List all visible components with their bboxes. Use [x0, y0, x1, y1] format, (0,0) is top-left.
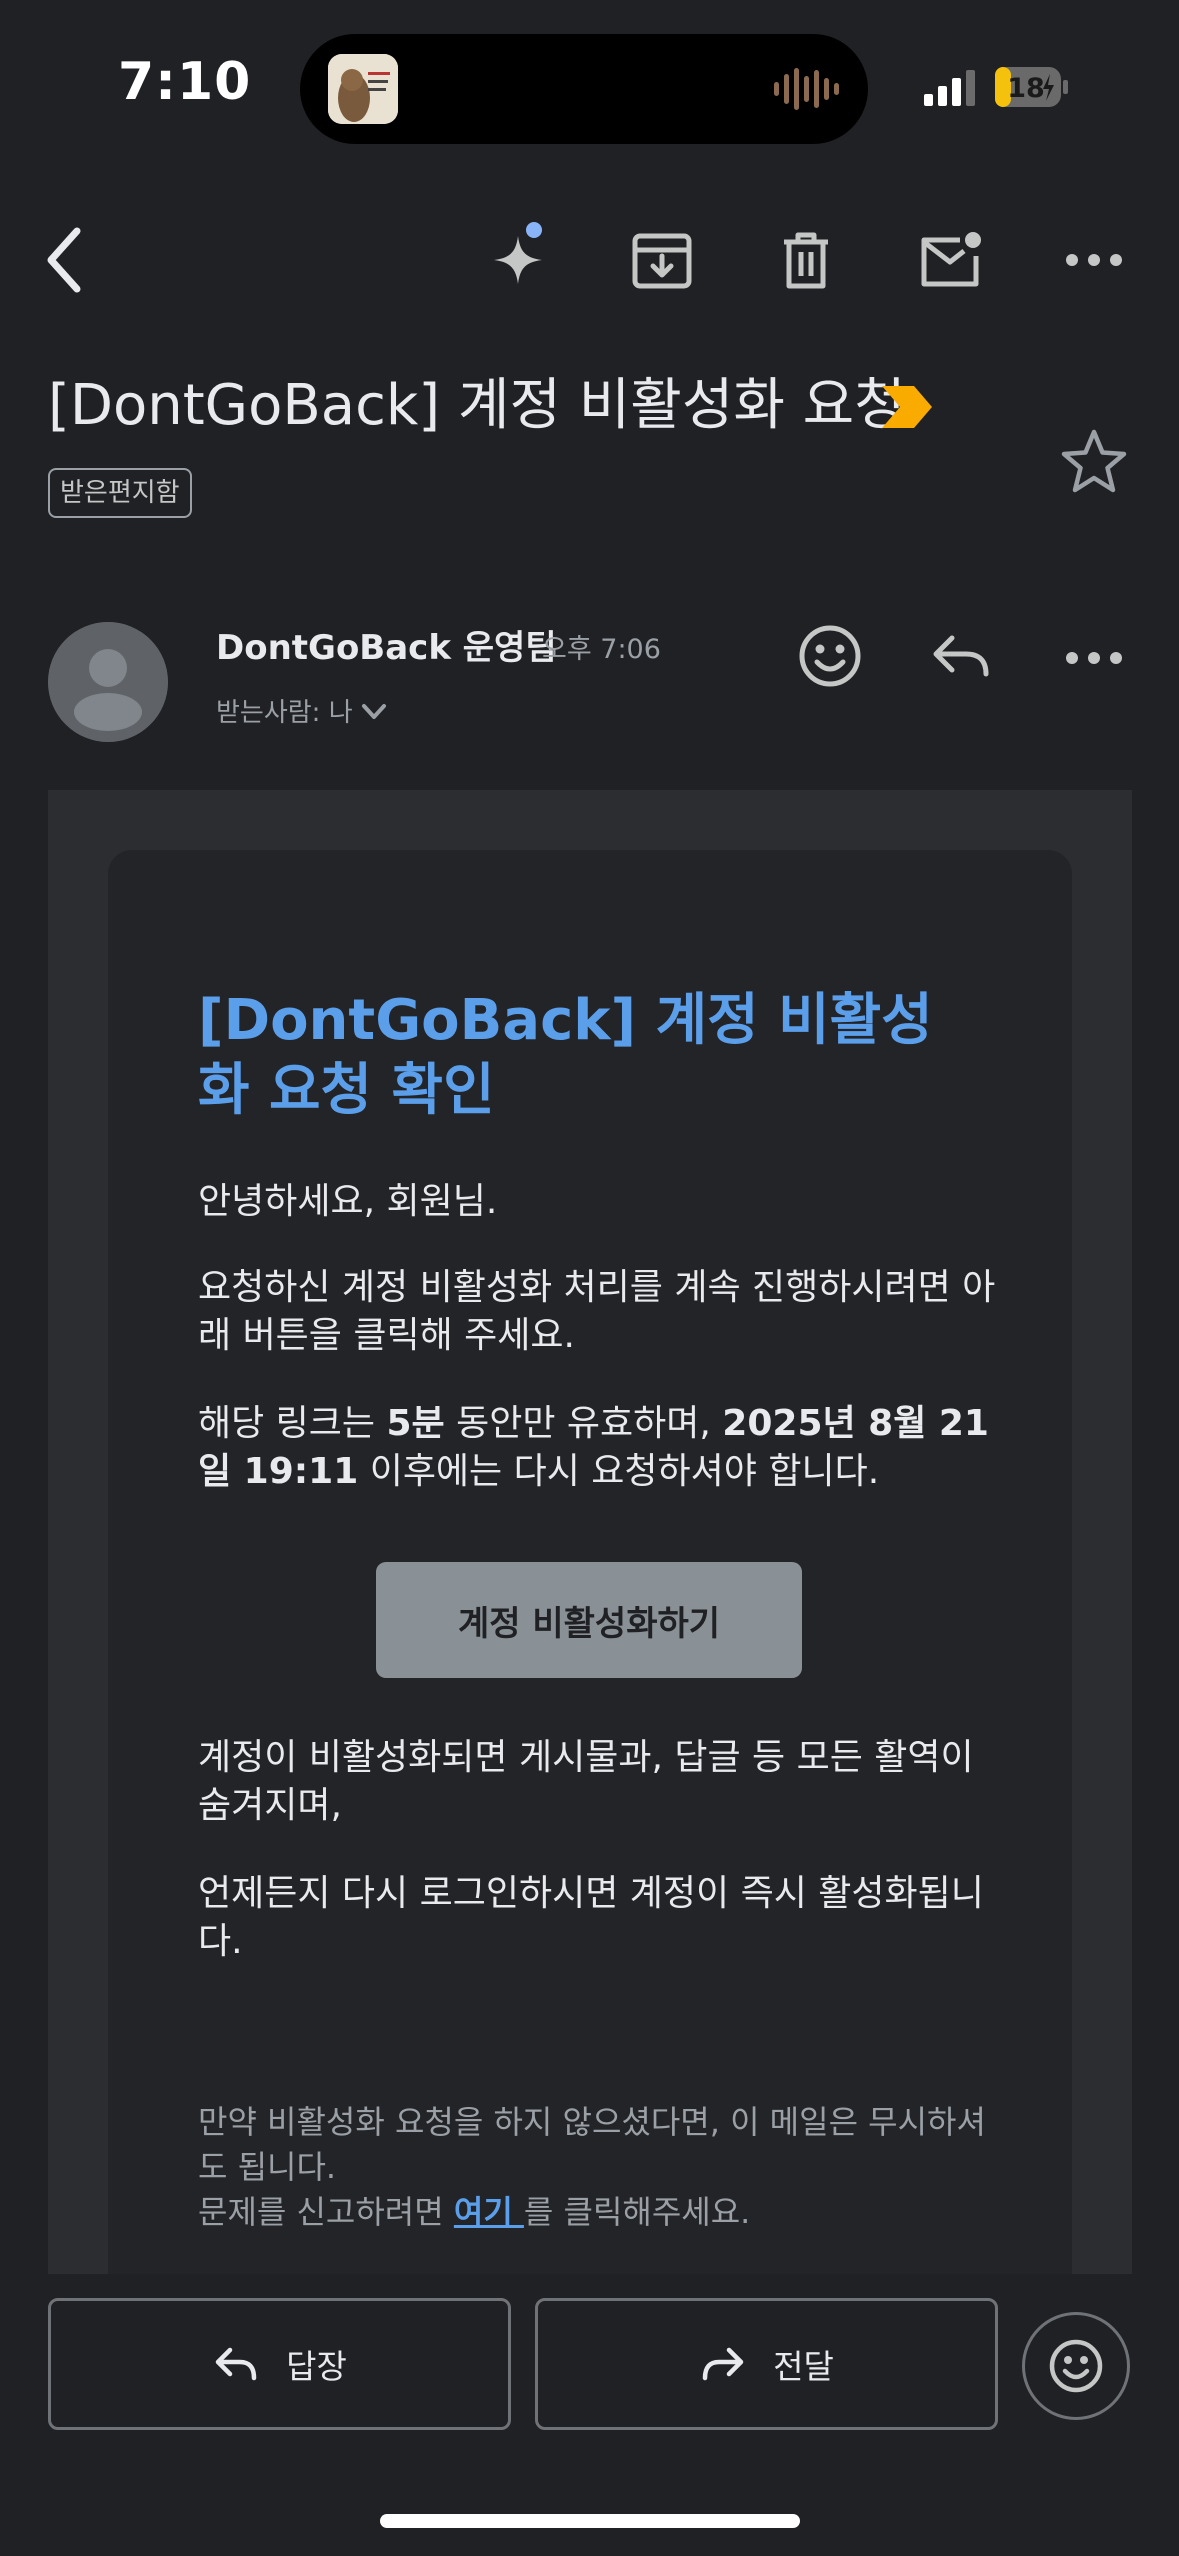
more-horizontal-icon: [1066, 652, 1122, 664]
email-heading: [DontGoBack] 계정 비활성화 요청 확인: [198, 988, 933, 1123]
more-horizontal-icon: [1066, 254, 1122, 266]
emoji-reaction-button[interactable]: [1022, 2312, 1130, 2420]
reply-button[interactable]: [922, 616, 1002, 696]
sender-name[interactable]: DontGoBack 운영팀: [216, 620, 557, 669]
star-icon: [1061, 429, 1127, 493]
smiley-icon: [799, 625, 861, 687]
trash-icon: [784, 232, 828, 289]
inbox-label-chip[interactable]: 받은편지함: [48, 468, 192, 518]
disclaimer-text: 만약 비활성화 요청을 하지 않으셨다면, 이 메일은 무시하셔도 됩니다.: [198, 2103, 986, 2186]
person-icon: [48, 622, 168, 742]
deactivation-effect-text: 계정이 비활성화되면 게시물과, 답글 등 모든 활역이 숨겨지며,: [198, 1737, 974, 1826]
message-more-button[interactable]: [1054, 618, 1134, 698]
instruction-text: 요청하신 계정 비활성화 처리를 계속 진행하시려면 아래 버튼을 클릭해 주세…: [198, 1267, 996, 1356]
deactivate-account-button[interactable]: 계정 비활성화하기: [376, 1562, 802, 1678]
status-time: 7:10: [118, 52, 252, 112]
importance-marker-icon[interactable]: [880, 384, 934, 430]
cellular-signal-icon: [922, 68, 980, 108]
smiley-icon: [1049, 2339, 1103, 2393]
more-options-button[interactable]: [1054, 220, 1134, 300]
mark-unread-button[interactable]: [910, 220, 990, 300]
report-text: 문제를 신고하려면 여기 를 클릭해주세요.: [198, 2193, 751, 2231]
battery-level: 18: [1007, 73, 1045, 104]
reply-label: 답장: [286, 2347, 347, 2386]
reply-action-button[interactable]: 답장: [48, 2298, 511, 2430]
back-button[interactable]: [26, 220, 106, 300]
add-reaction-button[interactable]: [790, 616, 870, 696]
delete-button[interactable]: [766, 220, 846, 300]
gemini-sparkle-icon: [494, 222, 542, 284]
reply-icon: [215, 2347, 257, 2381]
audio-waveform-icon: [772, 64, 842, 114]
validity-text: 해당 링크는 5분 동안만 유효하며, 2025년 8월 21일 19:11 이…: [198, 1403, 989, 1492]
now-playing-artwork: [328, 54, 398, 124]
recipient-summary[interactable]: 받는사람: 나: [216, 692, 353, 729]
forward-action-button[interactable]: 전달: [535, 2298, 998, 2430]
report-link[interactable]: 여기: [454, 2193, 524, 2231]
archive-button[interactable]: [622, 220, 702, 300]
back-arrow-icon: [47, 227, 81, 293]
battery-icon: 18: [994, 66, 1070, 108]
relogin-text: 언제든지 다시 로그인하시면 계정이 즉시 활성화됩니다.: [198, 1873, 984, 1962]
home-indicator[interactable]: [380, 2514, 800, 2528]
forward-label: 전달: [773, 2347, 834, 2386]
reply-icon: [933, 635, 989, 677]
forward-icon: [702, 2347, 744, 2381]
mark-unread-icon: [921, 232, 981, 287]
email-subject: [DontGoBack] 계정 비활성화 요청: [48, 373, 906, 438]
archive-icon: [632, 233, 692, 289]
sender-avatar[interactable]: [48, 622, 168, 742]
sent-time: 오후 7:06: [542, 634, 661, 665]
gemini-button[interactable]: [478, 220, 558, 300]
chevron-down-icon[interactable]: [360, 702, 388, 722]
greeting-text: 안녕하세요, 회원님.: [198, 1181, 498, 1222]
star-button[interactable]: [1056, 424, 1132, 500]
